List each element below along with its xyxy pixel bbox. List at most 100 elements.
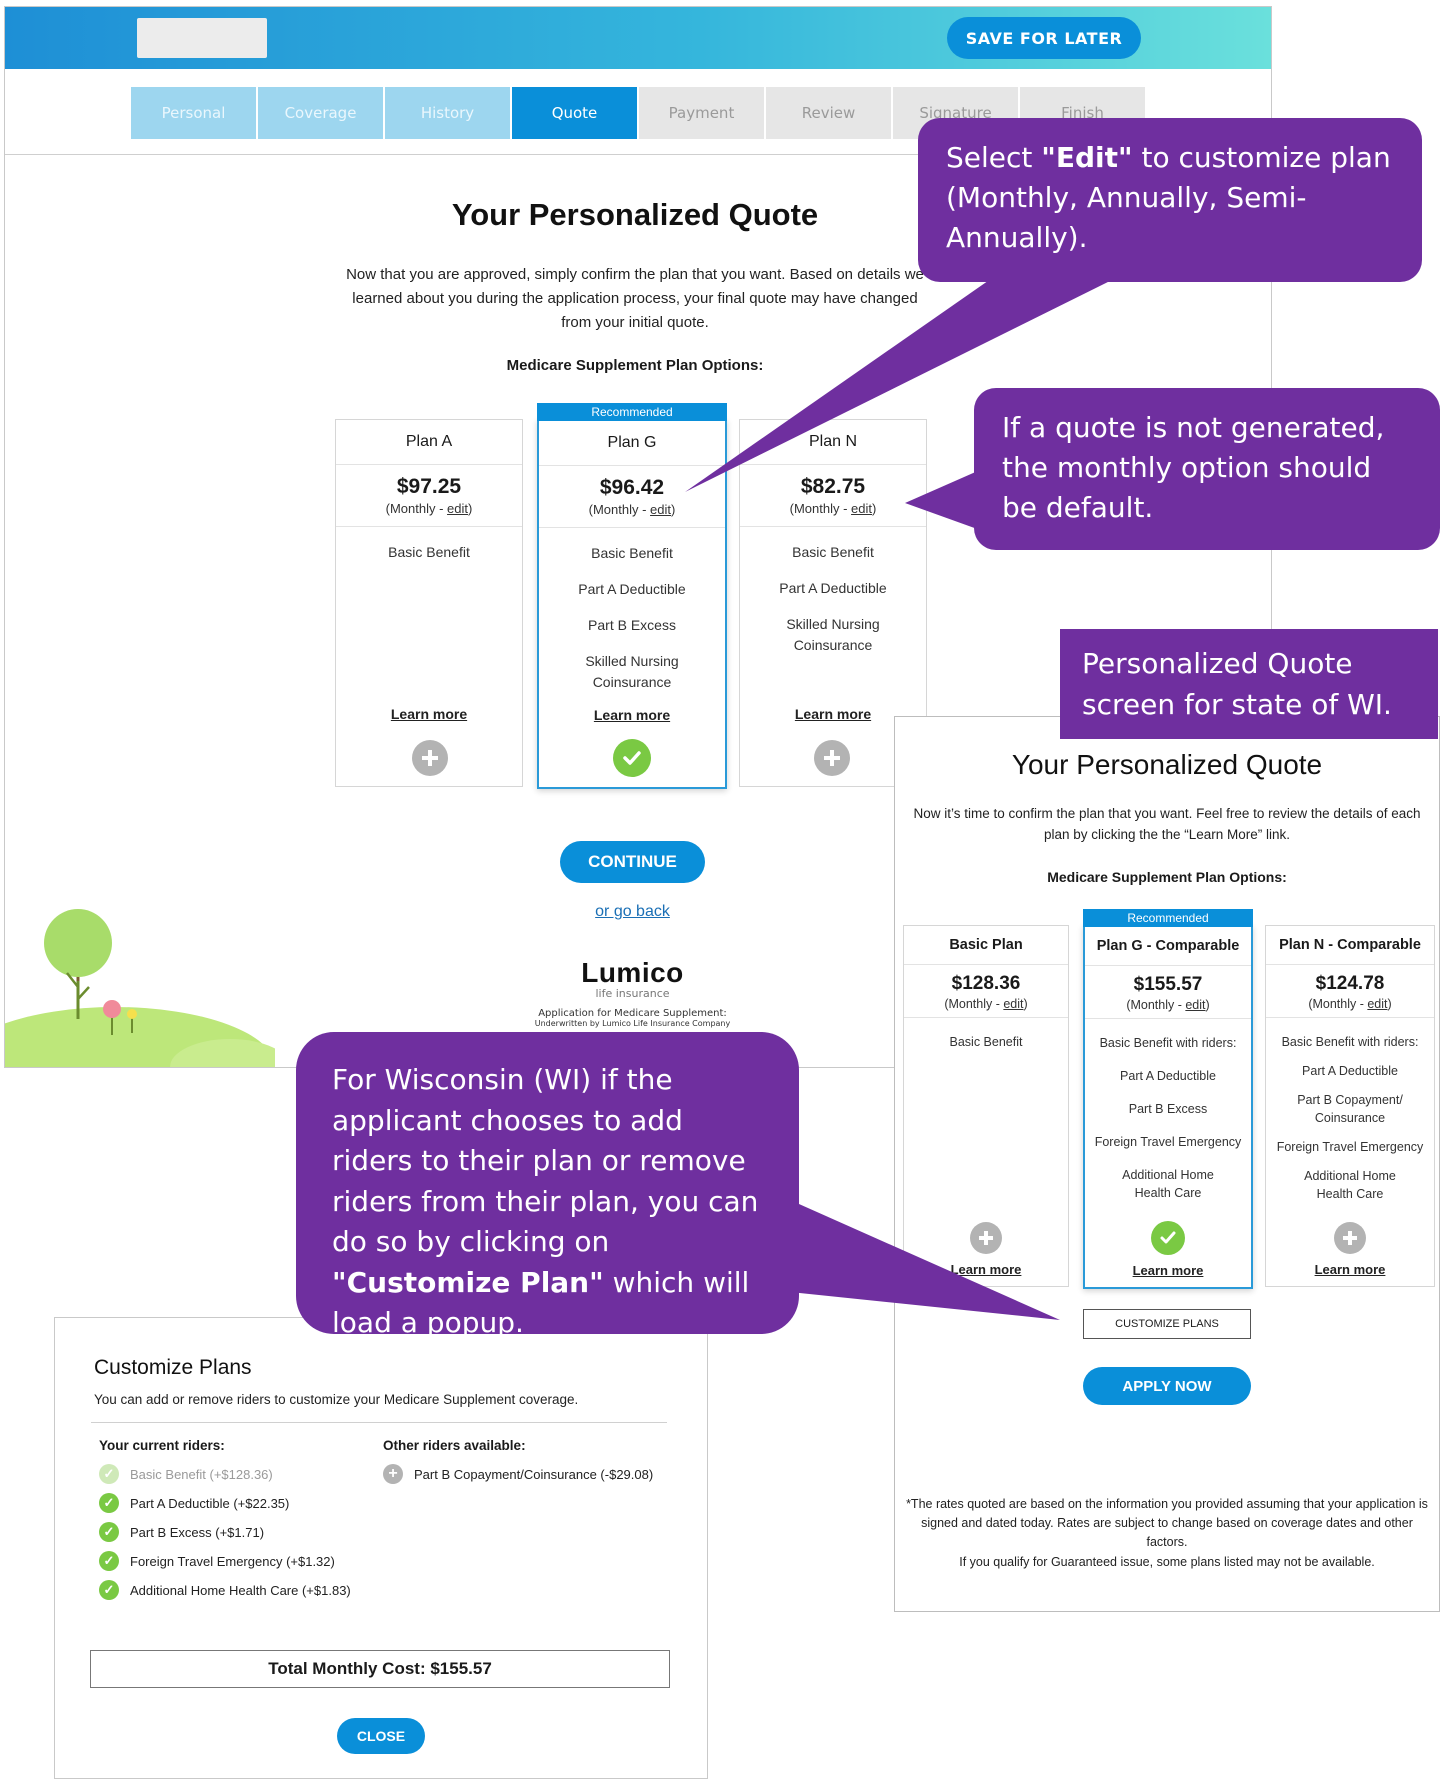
popup-title: Customize Plans (94, 1356, 252, 1379)
plan-feature: Part B Copayment/ Coinsurance (1297, 1093, 1403, 1125)
add-plan-icon[interactable] (970, 1222, 1002, 1254)
current-riders-heading: Your current riders: (99, 1438, 225, 1453)
edit-link[interactable]: edit (650, 502, 671, 517)
other-riders-heading: Other riders available: (383, 1438, 526, 1453)
check-icon[interactable]: ✓ (99, 1493, 119, 1513)
plan-feature: Part B Excess (588, 617, 676, 633)
plan-feature: Part A Deductible (779, 580, 887, 596)
plan-price: $124.78 (1315, 973, 1385, 994)
plan-price: $155.57 (1133, 974, 1203, 995)
apply-now-button[interactable]: APPLY NOW (1083, 1367, 1251, 1405)
plan-price: $96.42 (599, 476, 665, 499)
step-coverage[interactable]: Coverage (258, 87, 383, 139)
plan-price: $82.75 (800, 475, 866, 498)
plan-name: Plan A (336, 420, 522, 465)
popup-description: You can add or remove riders to customiz… (94, 1392, 579, 1407)
add-plan-icon[interactable] (814, 740, 850, 776)
rider-basic-benefit: ✓ Basic Benefit (+$128.36) (99, 1464, 273, 1484)
check-icon[interactable]: ✓ (99, 1522, 119, 1542)
plan-feature: Part A Deductible (1120, 1069, 1216, 1083)
page-title: Your Personalized Quote (451, 197, 819, 232)
edit-link[interactable]: edit (1367, 997, 1387, 1011)
brand-block: Lumico life insurance Application for Me… (525, 957, 740, 1028)
learn-more-link[interactable]: Learn more (904, 1262, 1068, 1277)
plan-feature: Basic Benefit (792, 544, 874, 560)
plan-feature: Basic Benefit with riders: (1281, 1035, 1419, 1049)
plan-feature: Basic Benefit (388, 544, 470, 560)
check-icon[interactable]: ✓ (99, 1580, 119, 1600)
intro-text: Now it’s time to confirm the plan that y… (913, 806, 1421, 842)
save-for-later-button[interactable]: SAVE FOR LATER (947, 17, 1141, 59)
add-plan-icon[interactable] (1334, 1222, 1366, 1254)
recommended-badge: Recommended (1083, 909, 1253, 927)
customize-plans-button[interactable]: CUSTOMIZE PLANS (1083, 1309, 1251, 1339)
check-icon: ✓ (99, 1464, 119, 1484)
options-heading: Medicare Supplement Plan Options: (1047, 869, 1287, 885)
plan-frequency: (Monthly - edit) (336, 501, 522, 527)
selected-check-icon[interactable] (613, 739, 651, 777)
step-quote[interactable]: Quote (512, 87, 637, 139)
application-label: Application for Medicare Supplement: (538, 1008, 727, 1019)
plan-feature: Part A Deductible (578, 581, 686, 597)
learn-more-link[interactable]: Learn more (336, 706, 522, 722)
close-button[interactable]: CLOSE (337, 1718, 425, 1754)
plan-card-a[interactable]: Plan A $97.25 (Monthly - edit) Basic Ben… (335, 419, 523, 787)
callout-wi-screen: Personalized Quote screen for state of W… (1060, 629, 1438, 739)
plan-frequency: (Monthly - edit) (740, 501, 926, 527)
plan-feature: Part B Excess (1128, 1102, 1208, 1116)
guaranteed-issue-note: If you qualify for Guaranteed issue, som… (959, 1555, 1375, 1569)
underwriter-label: Underwritten by Lumico Life Insurance Co… (534, 1019, 731, 1028)
plan-feature: Additional Home Health Care (1304, 1169, 1396, 1201)
go-back-link[interactable]: or go back (560, 903, 705, 921)
step-personal[interactable]: Personal (131, 87, 256, 139)
plan-name: Plan N (740, 420, 926, 465)
callout-customize-plan: For Wisconsin (WI) if the applicant choo… (296, 1032, 799, 1339)
rider-home-health[interactable]: ✓ Additional Home Health Care (+$1.83) (99, 1580, 351, 1600)
step-history[interactable]: History (385, 87, 510, 139)
plan-name: Plan N - Comparable (1266, 926, 1434, 965)
plan-name: Plan G - Comparable (1085, 927, 1251, 966)
step-review: Review (766, 87, 891, 139)
edit-link[interactable]: edit (447, 501, 468, 516)
rider-part-a-deductible[interactable]: ✓ Part A Deductible (+$22.35) (99, 1493, 289, 1513)
edit-link[interactable]: edit (1003, 997, 1023, 1011)
plan-feature: Basic Benefit with riders: (1099, 1036, 1237, 1050)
plan-card-n-comparable[interactable]: Plan N - Comparable $124.78 (Monthly - e… (1265, 925, 1435, 1287)
selected-check-icon[interactable] (1151, 1221, 1185, 1255)
rider-part-b-copayment[interactable]: + Part B Copayment/Coinsurance (-$29.08) (383, 1464, 653, 1484)
page-title: Your Personalized Quote (1011, 749, 1323, 780)
learn-more-link[interactable]: Learn more (539, 707, 725, 723)
plan-card-basic[interactable]: Basic Plan $128.36 (Monthly - edit) Basi… (903, 925, 1069, 1287)
plan-price: $97.25 (396, 475, 462, 498)
plan-card-g-comparable[interactable]: Recommended Plan G - Comparable $155.57 … (1083, 909, 1253, 1289)
top-bar: SAVE FOR LATER (5, 7, 1271, 69)
brand-subtitle: life insurance (595, 987, 670, 1000)
plan-feature: Foreign Travel Emergency (1276, 1140, 1424, 1154)
plus-icon[interactable]: + (383, 1464, 403, 1484)
learn-more-link[interactable]: Learn more (1266, 1262, 1434, 1277)
check-icon[interactable]: ✓ (99, 1551, 119, 1571)
total-monthly-cost: Total Monthly Cost: $155.57 (90, 1650, 670, 1688)
learn-more-link[interactable]: Learn more (1085, 1263, 1251, 1278)
rates-disclaimer: *The rates quoted are based on the infor… (906, 1497, 1428, 1549)
callout-monthly-default: If a quote is not generated, the monthly… (974, 388, 1440, 550)
plan-feature: Skilled Nursing Coinsurance (585, 653, 679, 690)
wi-quote-screen: Your Personalized Quote Now it’s time to… (894, 716, 1440, 1612)
add-plan-icon[interactable] (412, 740, 448, 776)
edit-link[interactable]: edit (851, 501, 872, 516)
plan-name: Basic Plan (904, 926, 1068, 965)
rider-foreign-travel[interactable]: ✓ Foreign Travel Emergency (+$1.32) (99, 1551, 335, 1571)
step-payment: Payment (639, 87, 764, 139)
plan-feature: Skilled Nursing Coinsurance (786, 616, 880, 653)
continue-button[interactable]: CONTINUE (560, 841, 705, 883)
plan-frequency: (Monthly - edit) (904, 997, 1068, 1018)
plan-feature: Additional Home Health Care (1122, 1168, 1214, 1200)
hill-tree-illustration (5, 909, 275, 1067)
plan-card-g[interactable]: Recommended Plan G $96.42 (Monthly - edi… (537, 403, 727, 789)
edit-link[interactable]: edit (1185, 998, 1205, 1012)
plan-feature: Basic Benefit (949, 1035, 1023, 1049)
plan-frequency: (Monthly - edit) (1085, 998, 1251, 1019)
logo-placeholder (137, 18, 267, 58)
options-heading: Medicare Supplement Plan Options: (506, 357, 764, 374)
rider-part-b-excess[interactable]: ✓ Part B Excess (+$1.71) (99, 1522, 264, 1542)
